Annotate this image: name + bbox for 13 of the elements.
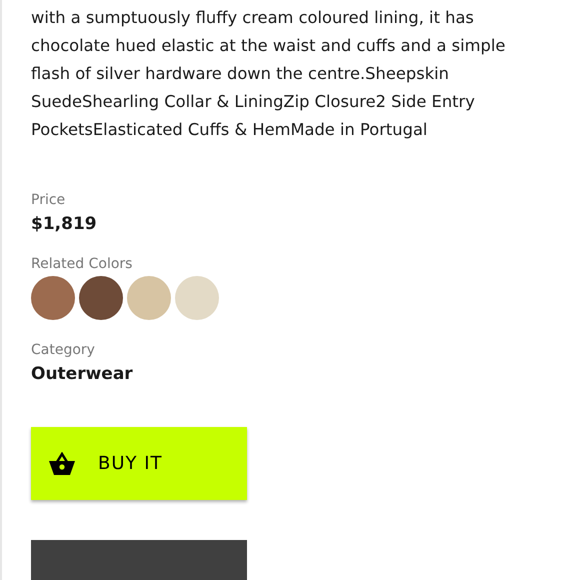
category-value: Outerwear (31, 364, 134, 384)
related-colors-label: Related Colors (31, 256, 134, 272)
price-label: Price (31, 192, 66, 208)
category-label: Category (31, 342, 96, 358)
color-swatch[interactable] (175, 276, 219, 320)
secondary-button[interactable] (31, 540, 247, 580)
price-value: $1,819 (31, 214, 98, 234)
color-swatch[interactable] (31, 276, 75, 320)
color-swatch[interactable] (79, 276, 123, 320)
basket-icon (48, 452, 76, 476)
buy-button[interactable]: BUY IT (31, 427, 247, 500)
color-swatch[interactable] (127, 276, 171, 320)
product-description: with a sumptuously fluffy cream coloured lining, it has chocolate hued elastic at the waist and cuffs and a simple flash of silver hardware down the centre.Sheepskin SuedeShearling Collar & LiningZip Closure2 Side Entry PocketsElasticated Cuffs & HemMade in Portugal (31, 7, 506, 141)
